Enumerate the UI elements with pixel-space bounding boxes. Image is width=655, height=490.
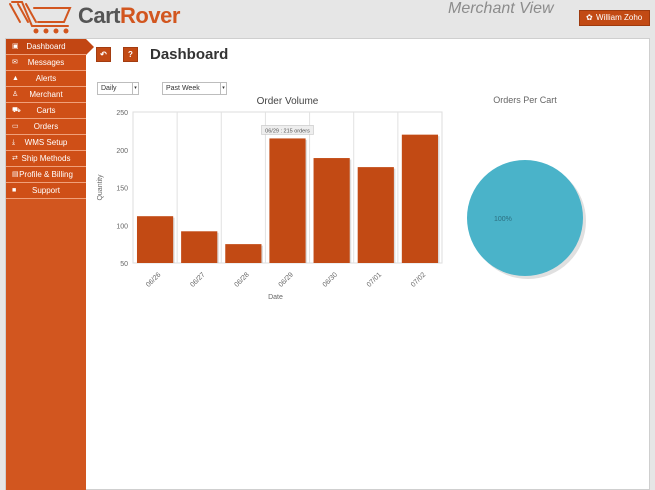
x-tick-label: 07/02: [410, 271, 427, 288]
pie-slice: [467, 160, 583, 276]
dashboard-icon: ▣: [12, 43, 19, 50]
main-frame: ▣ Dashboard ✉ Messages ▲ Alerts ♙ Merchant ⛟ Cart…: [5, 38, 650, 490]
document-icon: ■: [12, 187, 17, 194]
bar: [357, 167, 394, 263]
sidebar-item-label: WMS Setup: [24, 138, 68, 147]
sidebar-item-merchant[interactable]: ♙ Merchant: [6, 87, 86, 103]
sidebar-item-label: Ship Methods: [21, 154, 71, 163]
bar: [401, 134, 439, 263]
help-label: ?: [128, 50, 133, 59]
pie-slice-label: 100%: [494, 216, 512, 223]
exchange-icon: ⇄: [12, 155, 18, 162]
view-label: Merchant View: [448, 0, 554, 17]
x-tick-label: 06/27: [189, 271, 206, 288]
sidebar-item-dashboard[interactable]: ▣ Dashboard: [6, 39, 94, 55]
warning-icon: ▲: [12, 75, 19, 82]
download-icon: ⤓: [12, 139, 16, 146]
y-axis-label: Quantity: [97, 174, 104, 201]
sidebar-item-label: Profile & Billing: [19, 170, 73, 179]
sidebar-item-label: Support: [31, 186, 61, 195]
cart-logo-icon: [9, 1, 72, 34]
folder-icon: ▭: [12, 123, 19, 130]
sidebar-item-label: Orders: [33, 122, 59, 131]
bar: [313, 158, 350, 263]
bar: [225, 244, 262, 263]
undo-icon: ↶: [100, 50, 107, 59]
help-button[interactable]: ?: [123, 47, 138, 62]
y-tick-label: 250: [116, 110, 128, 117]
sidebar-item-label: Merchant: [29, 90, 63, 99]
sidebar-item-wms-setup[interactable]: ⤓ WMS Setup: [6, 135, 86, 151]
bar: [269, 138, 306, 263]
sidebar-item-label: Carts: [36, 106, 56, 115]
y-tick-label: 50: [120, 261, 128, 268]
user-icon: ♙: [12, 91, 19, 98]
sidebar-item-ship-methods[interactable]: ⇄ Ship Methods: [6, 151, 86, 167]
y-tick-label: 150: [116, 186, 128, 193]
sidebar-item-profile-billing[interactable]: ▤ Profile & Billing: [6, 167, 86, 183]
x-tick-label: 06/29: [278, 271, 295, 288]
back-button[interactable]: ↶: [96, 47, 111, 62]
logo-wordmark: CartRover: [78, 3, 180, 28]
bar: [181, 231, 218, 263]
sidebar-item-label: Alerts: [35, 74, 57, 83]
cart-icon: ⛟: [12, 107, 21, 114]
x-tick-label: 06/28: [233, 271, 250, 288]
sidebar-item-orders[interactable]: ▭ Orders: [6, 119, 86, 135]
sidebar-item-label: Messages: [27, 58, 65, 67]
chart-title: Orders Per Cart: [493, 95, 557, 105]
order-volume-chart: Order Volume 50 100 150 200 250 Quantity 06/26 0…: [97, 96, 443, 301]
sidebar: ▣ Dashboard ✉ Messages ▲ Alerts ♙ Merchant ⛟ Cart…: [6, 39, 94, 490]
user-name: William Zoho: [596, 13, 643, 22]
sidebar-item-messages[interactable]: ✉ Messages: [6, 55, 86, 71]
y-tick-label: 100: [116, 223, 128, 230]
x-tick-label: 06/30: [322, 271, 339, 288]
x-tick-label: 07/01: [366, 271, 383, 288]
id-card-icon: ▤: [12, 171, 19, 178]
chart-title: Order Volume: [257, 96, 319, 107]
sidebar-item-support[interactable]: ■ Support: [6, 183, 86, 199]
sidebar-item-label: Dashboard: [26, 42, 66, 51]
orders-per-cart-chart: Orders Per Cart 100%: [467, 95, 586, 279]
gear-icon: ✿: [586, 13, 593, 22]
user-menu-button[interactable]: ✿ William Zoho: [579, 10, 650, 26]
y-tick-label: 200: [116, 148, 128, 155]
x-axis-label: Date: [268, 294, 283, 301]
content-area: ↶ ? Dashboard Daily ▾ Past Week ▾ Order …: [86, 39, 651, 490]
tooltip-text: 06/29 : 215 orders: [265, 128, 310, 134]
page-title: Dashboard: [150, 46, 229, 63]
envelope-icon: ✉: [12, 59, 18, 66]
sidebar-item-alerts[interactable]: ▲ Alerts: [6, 71, 86, 87]
sidebar-item-carts[interactable]: ⛟ Carts: [6, 103, 86, 119]
cartrover-logo[interactable]: CartRover: [8, 0, 188, 36]
x-tick-label: 06/26: [145, 271, 162, 288]
bar: [136, 216, 174, 263]
header: CartRover Merchant View ✿ William Zoho: [0, 0, 655, 38]
